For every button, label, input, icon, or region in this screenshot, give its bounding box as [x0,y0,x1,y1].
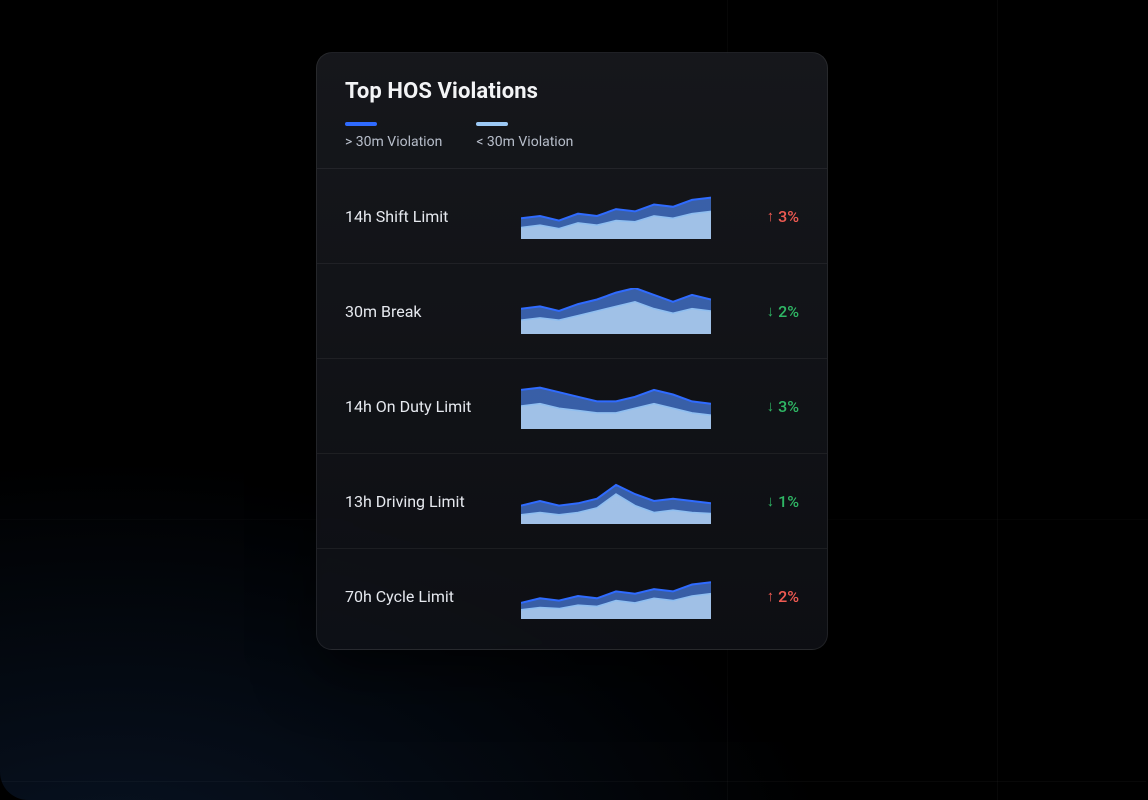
delta-value: 2% [778,302,799,321]
sparkline-chart [521,193,711,239]
violation-rows: 14h Shift Limit ↑ 3% 30m Break ↓ 2% 14h … [317,168,827,649]
hos-violations-card: Top HOS Violations > 30m Violation < 30m… [316,52,828,650]
app-background: Top HOS Violations > 30m Violation < 30m… [0,0,1148,800]
violation-label: 14h Shift Limit [345,207,503,226]
legend-item-under-30m: < 30m Violation [476,122,573,150]
legend-label: > 30m Violation [345,134,442,150]
legend: > 30m Violation < 30m Violation [317,122,827,168]
violation-row: 13h Driving Limit ↓ 1% [317,454,827,549]
sparkline-chart [521,288,711,334]
delta-value: 3% [778,207,799,226]
delta-value: 2% [778,587,799,606]
sparkline-chart [521,573,711,619]
delta-badge: ↓ 2% [729,302,799,321]
card-title: Top HOS Violations [345,79,799,104]
violation-row: 14h Shift Limit ↑ 3% [317,169,827,264]
legend-label: < 30m Violation [476,134,573,150]
delta-value: 1% [778,492,799,511]
sparkline-chart [521,383,711,429]
legend-swatch-icon [476,122,508,126]
arrow-down-icon: ↓ [767,494,775,509]
delta-badge: ↓ 1% [729,492,799,511]
violation-row: 30m Break ↓ 2% [317,264,827,359]
violation-row: 14h On Duty Limit ↓ 3% [317,359,827,454]
sparkline-chart [521,478,711,524]
legend-swatch-icon [345,122,377,126]
delta-badge: ↓ 3% [729,397,799,416]
legend-item-over-30m: > 30m Violation [345,122,442,150]
violation-label: 13h Driving Limit [345,492,503,511]
violation-label: 70h Cycle Limit [345,587,503,606]
delta-badge: ↑ 3% [729,207,799,226]
delta-badge: ↑ 2% [729,587,799,606]
arrow-down-icon: ↓ [767,399,775,414]
card-header: Top HOS Violations [317,53,827,122]
violation-row: 70h Cycle Limit ↑ 2% [317,549,827,649]
violation-label: 14h On Duty Limit [345,397,503,416]
arrow-down-icon: ↓ [767,304,775,319]
violation-label: 30m Break [345,302,503,321]
delta-value: 3% [778,397,799,416]
arrow-up-icon: ↑ [767,589,775,604]
arrow-up-icon: ↑ [767,209,775,224]
